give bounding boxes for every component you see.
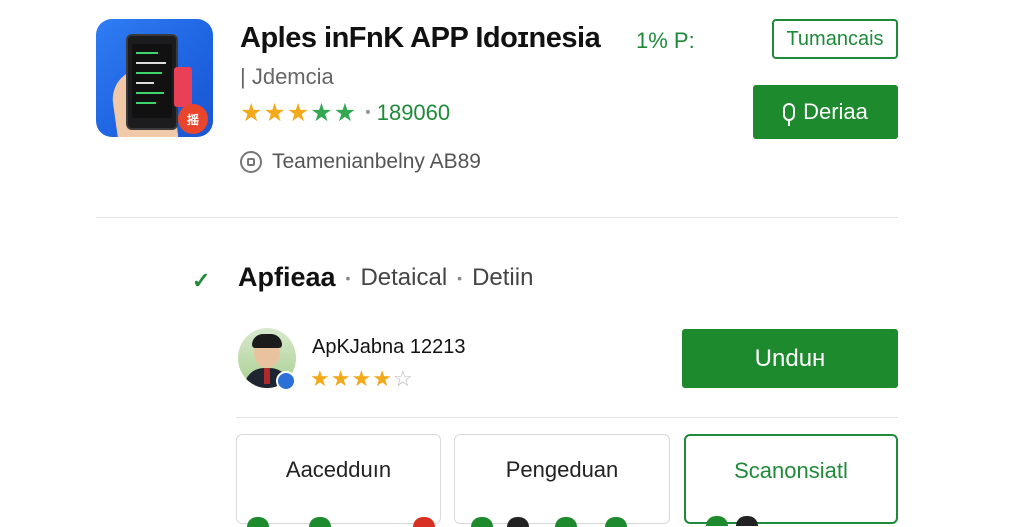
star-icon: ★ <box>310 366 330 391</box>
tab-label: Aacedduın <box>285 457 392 482</box>
outline-button[interactable]: Tumancais <box>772 19 898 59</box>
primary-button-label: Deriaa <box>803 99 868 124</box>
app-icon: 摇 <box>96 19 213 137</box>
developer-row[interactable]: Teamenianbelny AB89 <box>240 150 481 174</box>
rating-count: 189060 <box>376 100 451 125</box>
tab-third[interactable]: Scanonsiatl <box>684 434 898 526</box>
download-button[interactable]: Unduн <box>682 329 898 388</box>
tab-label: Pengeduan <box>505 457 619 482</box>
tab-second[interactable]: Pengeduan <box>454 434 670 527</box>
tab-first[interactable]: Aacedduın <box>236 434 441 527</box>
card-graphic <box>174 67 192 107</box>
star-icon: ★ <box>240 98 263 127</box>
divider <box>96 217 898 218</box>
separator-dot: • <box>345 269 351 286</box>
breadcrumb-item[interactable]: Detaical <box>360 264 447 292</box>
separator-dot: • <box>457 269 463 286</box>
app-badge: 摇 <box>178 104 208 134</box>
app-title: Aples inFnK APP Idoɪnesia <box>240 22 601 54</box>
star-icon: ★ <box>330 366 351 391</box>
app-rating: ★ ★ ★ ★ ★ • 189060 <box>240 100 450 126</box>
star-icon: ★ <box>286 98 310 127</box>
microphone-icon <box>783 103 796 126</box>
check-icon: ✓ <box>192 268 211 293</box>
app-subtitle: | Jdemcia <box>240 64 334 89</box>
primary-button[interactable]: Deriaa <box>753 85 898 139</box>
star-icon: ★ <box>333 98 357 127</box>
star-empty-icon: ☆ <box>392 366 413 391</box>
breadcrumb: Apfieaa • Detaical • Detiin <box>238 262 533 293</box>
star-icon: ★ <box>310 98 333 127</box>
breadcrumb-main[interactable]: Apfieaa <box>238 262 336 293</box>
tab-label: Scanonsiatl <box>734 458 848 483</box>
phone-graphic <box>126 34 178 130</box>
divider <box>236 417 898 418</box>
developer-icon <box>240 151 262 173</box>
verified-badge-icon <box>276 371 296 391</box>
star-icon: ★ <box>263 98 286 127</box>
star-icon: ★ <box>351 366 372 391</box>
app-meta: 1% P: <box>636 28 695 53</box>
developer-name: Teamenianbelny AB89 <box>272 150 481 173</box>
breadcrumb-item[interactable]: Detiin <box>472 264 533 292</box>
reviewer-name: ApKJabna 12213 <box>312 336 466 358</box>
separator-dot: • <box>365 104 371 121</box>
star-icon: ★ <box>372 366 392 391</box>
reviewer-rating: ★ ★ ★ ★ ☆ <box>310 368 414 390</box>
